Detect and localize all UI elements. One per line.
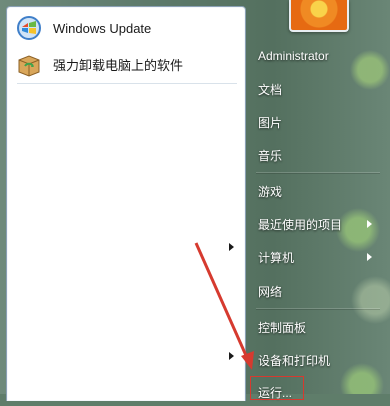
run-highlight-box: [250, 376, 304, 400]
right-item-label: 音乐: [258, 148, 283, 163]
right-item-label: 文档: [258, 82, 283, 97]
right-item-pictures[interactable]: 图片: [250, 108, 380, 136]
right-item-label: 网络: [258, 284, 283, 299]
right-item-label: 设备和打印机: [258, 353, 331, 368]
pinned-item-label: Windows Update: [53, 20, 152, 36]
right-item-games[interactable]: 游戏: [250, 177, 380, 205]
user-name-label: Administrator: [258, 49, 329, 63]
right-item-label: 计算机: [258, 250, 295, 265]
chevron-right-icon[interactable]: [229, 352, 234, 360]
chevron-right-icon: [367, 220, 372, 228]
right-separator: [256, 172, 380, 173]
right-item-network[interactable]: 网络: [250, 277, 380, 305]
pinned-separator: [17, 83, 237, 84]
right-item-computer[interactable]: 计算机: [250, 243, 380, 271]
start-menu: Windows Update 强力卸载电脑上的软件 Administrator …: [0, 0, 390, 401]
right-item-music[interactable]: 音乐: [250, 141, 380, 169]
right-item-control-panel[interactable]: 控制面板: [250, 313, 380, 341]
chevron-right-icon[interactable]: [229, 243, 234, 251]
chevron-right-icon: [367, 253, 372, 261]
start-menu-programs-pane: Windows Update 强力卸载电脑上的软件: [6, 6, 246, 401]
right-item-label: 图片: [258, 115, 283, 130]
pinned-item-windows-update[interactable]: Windows Update: [11, 11, 239, 45]
right-item-label: 游戏: [258, 184, 283, 199]
pinned-item-label: 强力卸载电脑上的软件: [53, 57, 184, 73]
pinned-item-uninstaller[interactable]: 强力卸载电脑上的软件: [11, 47, 239, 81]
right-separator: [256, 308, 380, 309]
right-item-devices-printers[interactable]: 设备和打印机: [250, 346, 380, 374]
right-item-documents[interactable]: 文档: [250, 75, 380, 103]
user-avatar[interactable]: [289, 0, 349, 32]
right-item-label: 控制面板: [258, 320, 307, 335]
right-item-label: 最近使用的项目: [258, 217, 343, 232]
right-item-recent[interactable]: 最近使用的项目: [250, 210, 380, 238]
uninstall-box-icon: [15, 50, 43, 78]
windows-update-icon: [15, 14, 43, 42]
right-item-user[interactable]: Administrator: [250, 42, 380, 70]
